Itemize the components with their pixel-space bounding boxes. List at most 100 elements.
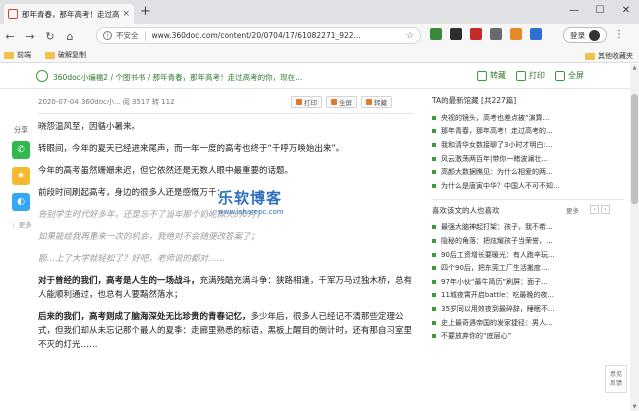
- scroll-up-icon[interactable]: ▲: [630, 65, 639, 71]
- list-item-text: 11城夜霄开启battle：吃最晚的夜...: [441, 291, 555, 300]
- extension-green-icon[interactable]: [430, 28, 442, 40]
- more-link[interactable]: 更多: [566, 205, 579, 215]
- list-item[interactable]: 高颜大数据瞧见：为什么相爱的两...: [432, 165, 624, 179]
- bullet-icon: [432, 334, 436, 339]
- list-item-text: 央视的镜头，高考也差点被“演算...: [441, 113, 550, 122]
- next-arrow-icon[interactable]: ›: [601, 204, 610, 214]
- print-button[interactable]: 打印: [291, 96, 322, 108]
- tab-close-icon[interactable]: ×: [122, 9, 130, 19]
- back-arrow-icon[interactable]: ←: [0, 30, 20, 43]
- site-header: 360doc小编福2 / 个图书书 / 那年青春，那年高考！走过高考的你，现在.…: [0, 64, 630, 89]
- bullet-icon: [432, 129, 436, 134]
- article-paragraph: 后来的我们，高考则成了脑海深处无比珍贵的青春记忆，多少年后，很多人已经记不清那些…: [38, 310, 414, 352]
- list-item[interactable]: 为什么是唐寅中华？中国人不可不知...: [432, 179, 624, 193]
- list-item[interactable]: 35岁同以用效夜到最碎辞，睡眠不...: [432, 302, 624, 316]
- feedback-button[interactable]: 意见 反馈: [605, 365, 627, 393]
- refresh-icon[interactable]: ↻: [40, 30, 60, 43]
- list-item[interactable]: 我和清华女数接聊了3小时才明白:...: [432, 138, 624, 152]
- list-item-text: 那年青春，那年高考！走过高考的...: [441, 127, 553, 136]
- article-divider: [38, 113, 414, 114]
- related-list: 最强大脑神起打架：孩子，我不希... 隐秘的角落：把炫耀孩子当荣誉，... 90…: [432, 221, 624, 343]
- url-text[interactable]: www.360doc.com/content/20/0704/17/610822…: [152, 31, 406, 40]
- list-item-text: 我和清华女数接聊了3小时才明白:...: [441, 140, 553, 149]
- scroll-down-icon[interactable]: ▼: [630, 404, 639, 410]
- info-icon[interactable]: i: [103, 31, 112, 40]
- list-item-text: 四个90后，把东莞工厂生活搬度...: [441, 264, 548, 273]
- favorite-share-icon[interactable]: ★: [12, 167, 30, 185]
- share-more[interactable]: ⋮ 更多: [10, 219, 32, 229]
- list-item[interactable]: 隐秘的角落：把炫耀孩子当荣誉，...: [432, 234, 624, 248]
- scrollbar[interactable]: ▲ ▼: [630, 64, 639, 411]
- maximize-button[interactable]: ☐: [587, 0, 613, 24]
- star-icon[interactable]: ☆: [406, 31, 414, 41]
- article-meta: 2020-07-04 360doc小... 阅 3517 转 112 打印 全屏…: [38, 96, 414, 108]
- bookmark-frontend[interactable]: 前端: [4, 50, 31, 60]
- emphasis-text: 后来的我们，高考则成了脑海深处无比珍贵的青春记忆，: [38, 312, 251, 322]
- list-item-text: 为什么是唐寅中华？中国人不可不知...: [441, 181, 560, 190]
- list-item-text: 35岁同以用效夜到最碎辞，睡眠不...: [441, 304, 555, 313]
- extension-red-icon[interactable]: [470, 28, 482, 40]
- watermark-logo: 乐软博客 www.isharepc.com: [218, 187, 348, 216]
- bullet-icon: [432, 225, 436, 230]
- list-item[interactable]: 央视的镜头，高考也差点被“演算...: [432, 111, 624, 125]
- home-icon[interactable]: ⌂: [60, 30, 80, 43]
- site-fullscreen-button[interactable]: 全屏: [555, 70, 584, 81]
- bullet-icon: [432, 266, 436, 271]
- site-logo-icon[interactable]: [36, 70, 48, 82]
- article-buttons: 打印 全屏 转藏: [291, 96, 392, 108]
- window-controls: — ☐ ✕: [561, 0, 639, 24]
- list-item[interactable]: 史上最奇遇帝国的发家捷径：男人...: [432, 316, 624, 330]
- breadcrumb[interactable]: 360doc小编福2 / 个图书书 / 那年青春，那年高考！走过高考的你，现在.…: [53, 72, 302, 83]
- prev-arrow-icon[interactable]: ‹: [590, 204, 599, 214]
- article-paragraph: 对于曾经的我们，高考是人生的一场战斗，充满残酷充满斗争：狭路相逢，千军万马过独木…: [38, 274, 414, 302]
- list-item-text: 不要放弃你的“底层心”: [441, 332, 512, 341]
- other-bookmarks[interactable]: 其他收藏夹: [585, 51, 633, 61]
- scrollbar-thumb[interactable]: [631, 94, 638, 204]
- list-item[interactable]: 97年小伙“最牛简历”刷屏：面子...: [432, 275, 624, 289]
- minimize-button[interactable]: —: [561, 0, 587, 24]
- list-item[interactable]: 90后工资增长要暖光：有人跑辛玩...: [432, 248, 624, 262]
- close-window-button[interactable]: ✕: [613, 0, 639, 24]
- forward-arrow-icon[interactable]: →: [20, 30, 40, 43]
- list-item[interactable]: 风云激荡两百年|带你一睹波澜壮...: [432, 152, 624, 166]
- bookmark-crack-copy[interactable]: 破解复制: [45, 50, 86, 60]
- login-button[interactable]: 登录: [563, 27, 607, 43]
- fullscreen-button[interactable]: 全屏: [326, 96, 357, 108]
- share-label: 分享: [14, 126, 28, 134]
- other-bookmarks-label: 其他收藏夹: [598, 52, 633, 60]
- site-print-button[interactable]: 打印: [516, 70, 545, 81]
- site-favicon-icon: [8, 9, 18, 19]
- url-divider: [144, 30, 146, 41]
- extension-dark-icon[interactable]: [450, 28, 462, 40]
- list-item[interactable]: 四个90后，把东莞工厂生活搬度...: [432, 261, 624, 275]
- browser-tab[interactable]: 那年青春，那年高考！走过高考... ×: [4, 4, 134, 24]
- browser-menu-icon[interactable]: ⋮: [614, 29, 624, 40]
- save-label: 转藏: [374, 99, 387, 107]
- list-item[interactable]: 最强大脑神起打架：孩子，我不希...: [432, 221, 624, 235]
- address-bar[interactable]: i 不安全 www.360doc.com/content/20/0704/17/…: [96, 27, 421, 44]
- extension-blue-icon[interactable]: [530, 28, 542, 40]
- extension-gray-icon[interactable]: [490, 28, 502, 40]
- bullet-icon: [432, 279, 436, 284]
- wechat-share-icon[interactable]: ✆: [12, 141, 30, 159]
- article-paragraph: 今年的高考虽然姗姗来迟，但它依然还是无数人眼中最重要的话题。: [38, 166, 294, 176]
- fullscreen-label: 全屏: [339, 99, 352, 107]
- list-item[interactable]: 11城夜霄开启battle：吃最晚的夜...: [432, 289, 624, 303]
- site-print-label: 打印: [529, 71, 545, 80]
- print-label: 打印: [304, 99, 317, 107]
- extension-orange-icon[interactable]: [510, 28, 522, 40]
- bullet-icon: [432, 238, 436, 243]
- list-item[interactable]: 那年青春，那年高考！走过高考的...: [432, 125, 624, 139]
- save-button[interactable]: 转藏: [361, 96, 392, 108]
- bullet-icon: [432, 252, 436, 257]
- qq-share-icon[interactable]: ◐: [12, 193, 30, 211]
- list-item[interactable]: 不要放弃你的“底层心”: [432, 329, 624, 343]
- bullet-icon: [432, 306, 436, 311]
- related-title: 喜欢该文的人也喜欢: [432, 205, 500, 215]
- list-item-text: 最强大脑神起打架：孩子，我不希...: [441, 223, 553, 232]
- site-save-button[interactable]: 转藏: [477, 70, 506, 81]
- new-tab-button[interactable]: +: [140, 5, 151, 19]
- latest-collection-title: TA的最新馆藏 [共227篇]: [432, 96, 517, 105]
- not-secure-label: 不安全: [116, 31, 139, 40]
- fullscreen-icon: [331, 99, 337, 105]
